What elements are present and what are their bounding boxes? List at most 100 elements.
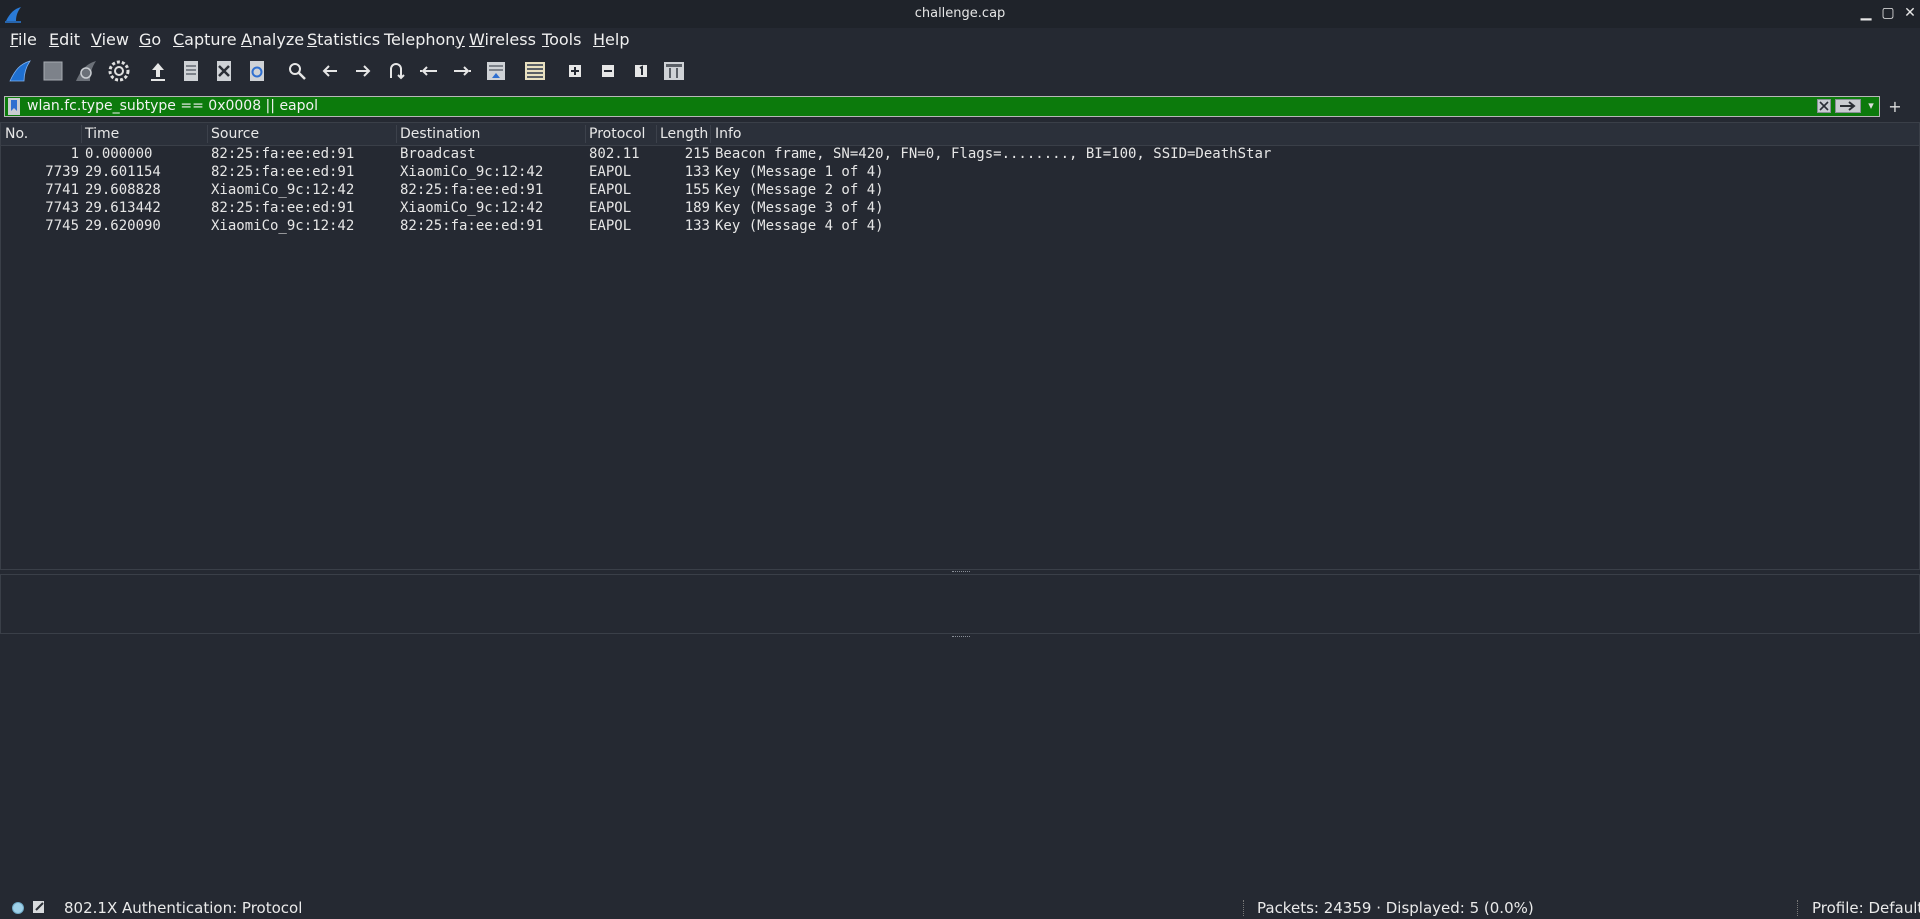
- cell-info: Key (Message 1 of 4): [715, 164, 884, 180]
- cell-protocol: EAPOL: [589, 218, 632, 234]
- column-divider[interactable]: [396, 125, 397, 143]
- menu-tools[interactable]: Tools: [542, 30, 581, 49]
- cell-length: 133: [684, 164, 710, 180]
- capture-options-icon[interactable]: [106, 58, 132, 84]
- expert-info-indicator-icon[interactable]: [12, 902, 24, 914]
- go-forward-icon[interactable]: [350, 58, 376, 84]
- table-row[interactable]: 7743 29.613442 82:25:fa:ee:ed:91 XiaomiC…: [1, 199, 1919, 217]
- go-back-icon[interactable]: [317, 58, 343, 84]
- status-profile[interactable]: Profile: Default: [1812, 899, 1920, 917]
- zoom-in-icon[interactable]: [562, 58, 588, 84]
- column-divider[interactable]: [656, 125, 657, 143]
- close-button[interactable]: ✕: [1902, 4, 1918, 22]
- cell-destination: XiaomiCo_9c:12:42: [400, 164, 544, 180]
- column-header-protocol[interactable]: Protocol: [589, 126, 645, 142]
- close-file-icon[interactable]: [211, 58, 237, 84]
- cell-protocol: EAPOL: [589, 200, 632, 216]
- cell-length: 133: [684, 218, 710, 234]
- cell-info: Beacon frame, SN=420, FN=0, Flags=......…: [715, 146, 1272, 162]
- menu-telephony[interactable]: Telephony: [384, 30, 465, 49]
- packet-list-header: No. Time Source Destination Protocol Len…: [1, 123, 1919, 146]
- filter-history-chevron-down-icon[interactable]: ▾: [1865, 98, 1877, 114]
- cell-no: 1: [70, 146, 79, 162]
- capture-comment-icon[interactable]: [32, 900, 46, 914]
- column-divider[interactable]: [710, 125, 711, 143]
- column-divider[interactable]: [207, 125, 208, 143]
- display-filter-input[interactable]: wlan.fc.type_subtype == 0x0008 || eapol: [27, 98, 318, 114]
- table-row[interactable]: 7745 29.620090 XiaomiCo_9c:12:42 82:25:f…: [1, 217, 1919, 235]
- menu-wireless[interactable]: Wireless: [469, 30, 536, 49]
- cell-no: 7743: [45, 200, 79, 216]
- menu-file[interactable]: File: [10, 30, 37, 49]
- auto-scroll-icon[interactable]: [483, 58, 509, 84]
- status-field-info: 802.1X Authentication: Protocol: [64, 899, 303, 917]
- go-last-icon[interactable]: [449, 58, 475, 84]
- cell-info: Key (Message 3 of 4): [715, 200, 884, 216]
- normal-size-icon[interactable]: [628, 58, 654, 84]
- minimize-button[interactable]: ▁: [1858, 4, 1874, 22]
- resize-columns-icon[interactable]: [661, 58, 687, 84]
- menu-statistics[interactable]: Statistics: [307, 30, 380, 49]
- status-packet-count: Packets: 24359 · Displayed: 5 (0.0%): [1257, 899, 1534, 917]
- column-header-time[interactable]: Time: [85, 126, 119, 142]
- table-row[interactable]: 7741 29.608828 XiaomiCo_9c:12:42 82:25:f…: [1, 181, 1919, 199]
- start-capture-icon[interactable]: [7, 58, 33, 84]
- cell-protocol: EAPOL: [589, 182, 632, 198]
- cell-protocol: 802.11: [589, 146, 640, 162]
- zoom-out-icon[interactable]: [595, 58, 621, 84]
- save-file-icon[interactable]: [178, 58, 204, 84]
- display-filter-bar[interactable]: wlan.fc.type_subtype == 0x0008 || eapol …: [4, 96, 1880, 117]
- column-header-destination[interactable]: Destination: [400, 126, 480, 142]
- cell-info: Key (Message 2 of 4): [715, 182, 884, 198]
- packet-list[interactable]: No. Time Source Destination Protocol Len…: [0, 122, 1920, 570]
- packet-details-pane[interactable]: [0, 574, 1920, 634]
- cell-source: 82:25:fa:ee:ed:91: [211, 200, 355, 216]
- column-header-info[interactable]: Info: [715, 126, 742, 142]
- cell-no: 7741: [45, 182, 79, 198]
- cell-destination: XiaomiCo_9c:12:42: [400, 200, 544, 216]
- column-header-length[interactable]: Length: [660, 126, 708, 142]
- menu-go[interactable]: Go: [139, 30, 161, 49]
- splitter-grip-icon[interactable]: [952, 636, 970, 639]
- go-first-icon[interactable]: [416, 58, 442, 84]
- menu-edit[interactable]: Edit: [49, 30, 80, 49]
- main-toolbar: [0, 55, 1920, 89]
- open-file-icon[interactable]: [145, 58, 171, 84]
- colorize-icon[interactable]: [522, 58, 548, 84]
- column-divider[interactable]: [585, 125, 586, 143]
- reload-file-icon[interactable]: [244, 58, 270, 84]
- clear-filter-icon[interactable]: [1817, 99, 1831, 113]
- column-header-source[interactable]: Source: [211, 126, 259, 142]
- cell-time: 29.620090: [85, 218, 161, 234]
- menu-view[interactable]: View: [91, 30, 129, 49]
- status-divider: [1797, 900, 1799, 916]
- go-to-packet-icon[interactable]: [383, 58, 409, 84]
- add-filter-button[interactable]: +: [1888, 96, 1902, 117]
- cell-length: 215: [684, 146, 710, 162]
- cell-destination: 82:25:fa:ee:ed:91: [400, 182, 544, 198]
- cell-no: 7739: [45, 164, 79, 180]
- apply-filter-icon[interactable]: [1835, 99, 1861, 113]
- table-row[interactable]: 1 0.000000 82:25:fa:ee:ed:91 Broadcast 8…: [1, 145, 1919, 163]
- menu-help[interactable]: Help: [593, 30, 629, 49]
- packet-bytes-pane[interactable]: [0, 640, 1920, 896]
- find-packet-icon[interactable]: [284, 58, 310, 84]
- maximize-button[interactable]: ▢: [1880, 4, 1896, 22]
- menu-analyze[interactable]: Analyze: [241, 30, 304, 49]
- column-header-no[interactable]: No.: [5, 126, 28, 142]
- window-title: challenge.cap: [914, 6, 1006, 21]
- cell-source: 82:25:fa:ee:ed:91: [211, 164, 355, 180]
- status-divider: [1243, 900, 1245, 916]
- cell-length: 189: [684, 200, 710, 216]
- pane-splitter[interactable]: [0, 635, 1920, 639]
- cell-source: 82:25:fa:ee:ed:91: [211, 146, 355, 162]
- cell-length: 155: [684, 182, 710, 198]
- table-row[interactable]: 7739 29.601154 82:25:fa:ee:ed:91 XiaomiC…: [1, 163, 1919, 181]
- stop-capture-icon[interactable]: [40, 58, 66, 84]
- title-bar: challenge.cap ▁ ▢ ✕: [0, 0, 1920, 28]
- restart-capture-icon[interactable]: [73, 58, 99, 84]
- column-divider[interactable]: [81, 125, 82, 143]
- menu-capture[interactable]: Capture: [173, 30, 237, 49]
- filter-bookmark-icon[interactable]: [7, 98, 21, 115]
- cell-time: 0.000000: [85, 146, 153, 162]
